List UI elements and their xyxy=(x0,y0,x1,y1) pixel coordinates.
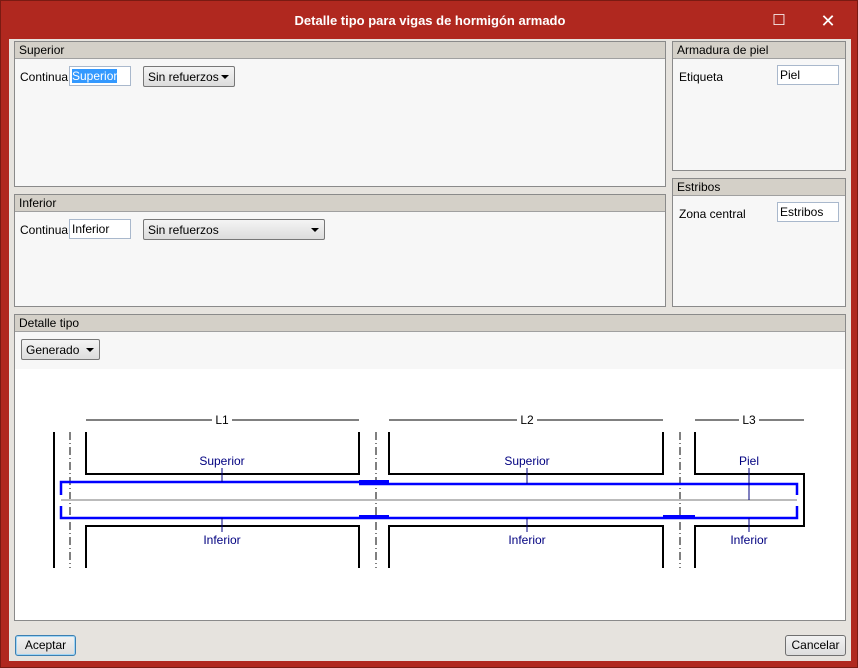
beam-detail-drawing: L1 L2 L3 Superior Superior Piel Inferior… xyxy=(53,413,805,568)
top-rebar xyxy=(59,480,359,495)
rebar-label: Superior xyxy=(199,454,244,468)
span-label: L2 xyxy=(520,413,534,427)
rebar-label: Inferior xyxy=(203,533,240,547)
rebar-label: Superior xyxy=(504,454,549,468)
top-rebar xyxy=(359,482,799,495)
rebar-label: Inferior xyxy=(508,533,545,547)
span-label: L3 xyxy=(742,413,756,427)
rebar-label: Piel xyxy=(739,454,759,468)
span-label: L1 xyxy=(215,413,229,427)
rebar-label: Inferior xyxy=(730,533,767,547)
